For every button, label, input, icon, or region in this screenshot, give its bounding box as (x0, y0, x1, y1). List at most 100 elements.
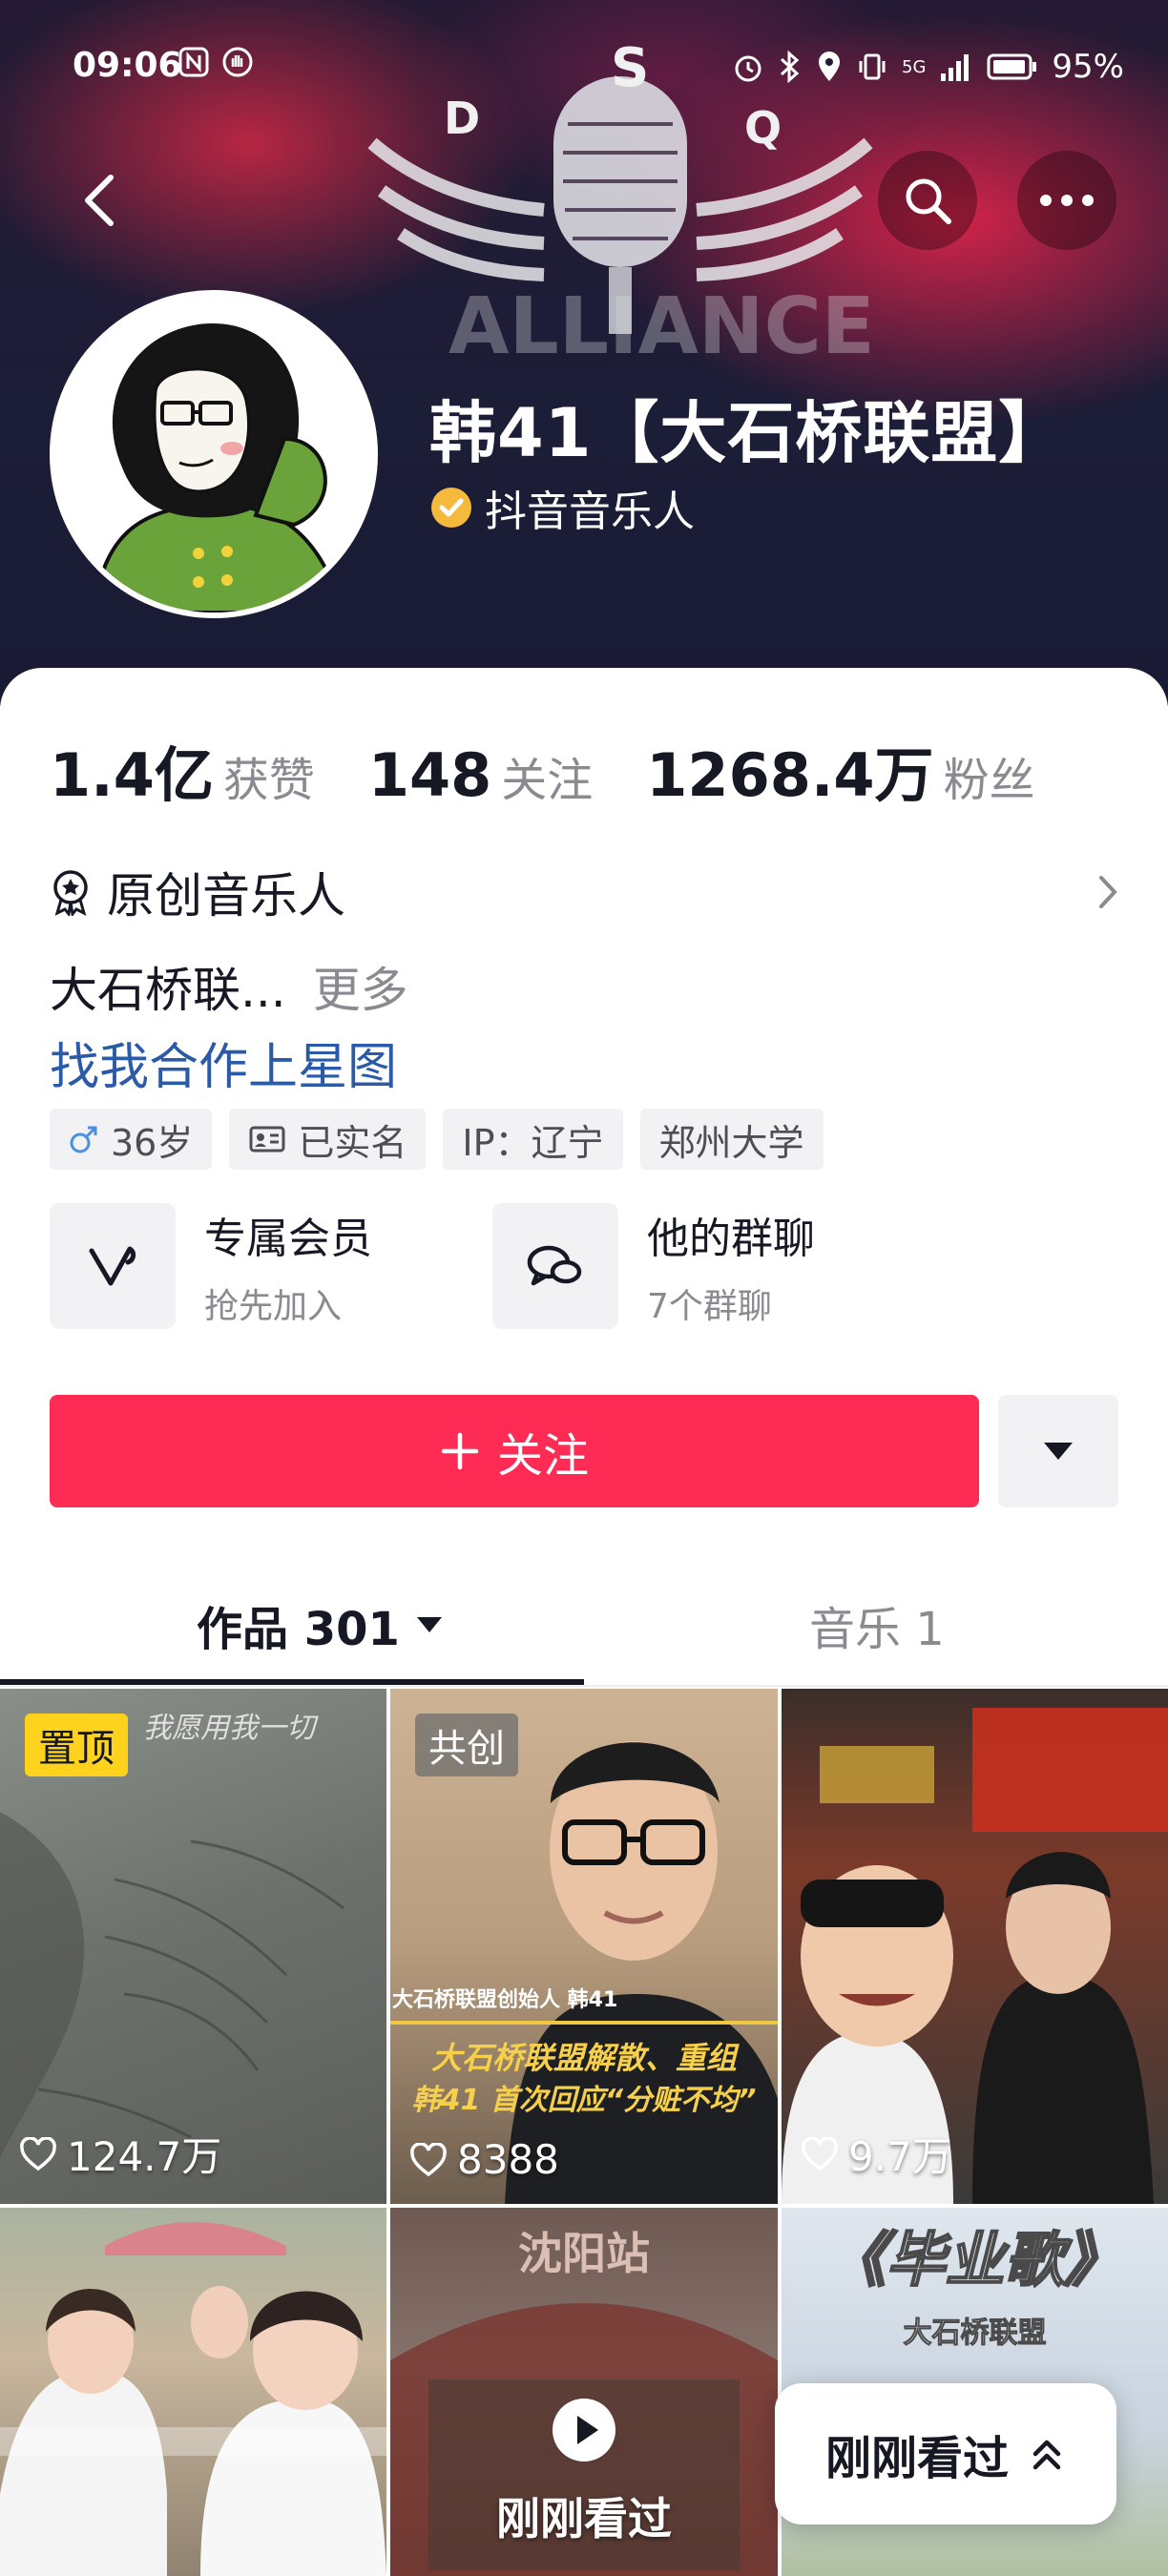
tabs-divider (0, 1685, 1168, 1687)
member-entry[interactable]: 专属会员 抢先加入 (50, 1203, 372, 1329)
play-icon (577, 2416, 598, 2444)
ip-tag: IP：辽宁 (443, 1109, 623, 1170)
member-title: 专属会员 (204, 1215, 372, 1263)
vip-v-icon (89, 1246, 136, 1286)
svg-text:Q: Q (744, 102, 782, 154)
profile-name: 韩41【大石桥联盟】 (429, 394, 1067, 472)
video-caption-top: 大石桥联盟创始人 韩41 (392, 1988, 618, 2012)
back-arrow-icon (85, 175, 114, 226)
plus-icon (441, 1432, 479, 1470)
status-left-icons (177, 46, 254, 88)
heart-icon (410, 2142, 447, 2176)
tab-works-label: 作品 301 (197, 1603, 400, 1656)
tab-works[interactable]: 作品 301 (197, 1591, 444, 1658)
video-caption-line1: 大石桥联盟解散、重组 (430, 2040, 737, 2076)
school-text: 郑州大学 (658, 1121, 804, 1164)
back-button[interactable] (50, 151, 149, 250)
caption-divider (390, 2021, 778, 2025)
tab-music[interactable]: 音乐 1 (809, 1591, 945, 1658)
video-likes-count: 124.7万 (67, 2133, 222, 2180)
recently-watched-button[interactable]: 刚刚看过 (775, 2383, 1116, 2524)
location-icon (819, 52, 841, 81)
video-title: 《毕业歌》 (825, 2224, 1123, 2296)
following-label[interactable]: 关注 (501, 742, 593, 809)
network-type: 5G (902, 56, 927, 77)
profile-tags: 36岁 已实名 IP：辽宁 郑州大学 (50, 1109, 824, 1170)
video-thumbnail[interactable]: 9.7万 (782, 1689, 1168, 2204)
verification-row[interactable]: 原创音乐人 (50, 859, 1122, 925)
member-subtitle: 抢先加入 (204, 1287, 343, 1326)
battery-percent: 95% (1052, 48, 1124, 86)
cartoon-avatar-image (55, 296, 372, 613)
video-thumbnail[interactable]: 沈阳站 刚刚看过 (390, 2208, 778, 2576)
bio[interactable]: 大石桥联... 更多 (50, 952, 408, 1021)
profile-banner: S D Q ALLIANCE 09:06 5G 95% 韩41【大石桥联盟】 抖… (0, 0, 1168, 706)
recently-watched-label: 刚刚看过 (824, 2432, 1009, 2485)
video-thumbnail[interactable] (0, 2208, 386, 2576)
more-options-button[interactable] (1017, 151, 1116, 250)
status-time: 09:06 (73, 46, 182, 85)
video-thumbnail[interactable]: 共创 大石桥联盟创始人 韩41 大石桥联盟解散、重组 韩41 首次回应“分赃不均… (390, 1689, 778, 2204)
alarm-icon (735, 55, 761, 82)
battery-icon (987, 53, 1037, 80)
realname-tag: 已实名 (229, 1109, 427, 1170)
video-thumbnail[interactable]: 我愿用我一切 置顶 124.7万 (0, 1689, 386, 2204)
group-chat-entry[interactable]: 他的群聊 7个群聊 (492, 1203, 815, 1329)
heart-icon (20, 2136, 56, 2171)
id-card-icon (249, 1126, 285, 1153)
followers-count[interactable]: 1268.4万 (646, 727, 933, 813)
more-dots-icon (1040, 195, 1094, 206)
musician-badge[interactable]: 抖音音乐人 (429, 477, 695, 538)
likes-count: 1.4亿 (50, 740, 214, 810)
search-button[interactable] (878, 151, 977, 250)
male-icon (70, 1126, 97, 1153)
nfc-icon (178, 47, 209, 77)
group-icon-box (492, 1203, 618, 1329)
video-caption-line2: 韩41 首次回应“分赃不均” (411, 2084, 757, 2117)
svg-text:ALLIANCE: ALLIANCE (448, 281, 875, 372)
realname-text: 已实名 (298, 1121, 407, 1164)
likes-label: 获赞 (222, 754, 315, 807)
follow-label: 关注 (496, 1429, 589, 1483)
video-subtitle: 大石桥联盟 (903, 2316, 1047, 2351)
collab-link[interactable]: 找我合作上星图 (50, 1027, 397, 1098)
group-subtitle: 7个群聊 (647, 1287, 772, 1326)
school-tag[interactable]: 郑州大学 (639, 1109, 824, 1170)
verified-badge-icon (431, 488, 471, 528)
video-overlay-text: 我愿用我一切 (143, 1712, 315, 1745)
chat-bubbles-icon (527, 1245, 582, 1286)
follow-button[interactable]: 关注 (50, 1395, 979, 1507)
pinned-chip: 置顶 (25, 1714, 128, 1776)
play-button[interactable] (553, 2399, 615, 2462)
recommend-dropdown-button[interactable] (998, 1395, 1118, 1507)
certified-ribbon-icon (53, 870, 88, 916)
followers-label[interactable]: 粉丝 (944, 742, 1035, 809)
member-icon-box (50, 1203, 176, 1329)
chevron-double-up-icon (1032, 2440, 1061, 2470)
caret-down-icon (416, 1617, 442, 1632)
bluetooth-icon (780, 51, 800, 83)
video-likes: 124.7万 (19, 2125, 221, 2183)
age-tag: 36岁 (50, 1109, 213, 1170)
video-likes-count: 9.7万 (848, 2133, 952, 2180)
group-in-white-robes-image (0, 2222, 386, 2576)
ip-text: IP：辽宁 (462, 1121, 604, 1164)
recently-watched-overlay: 刚刚看过 (496, 2493, 672, 2545)
age-text: 36岁 (111, 1121, 194, 1164)
vibrate-icon (859, 53, 886, 80)
search-icon (906, 178, 951, 224)
bio-more-link[interactable]: 更多 (313, 963, 408, 1018)
co-create-chip: 共创 (415, 1714, 518, 1776)
avatar[interactable] (50, 290, 378, 618)
video-likes: 9.7万 (801, 2125, 952, 2183)
heart-icon (802, 2136, 838, 2171)
signal-icon (941, 54, 970, 81)
caret-down-icon (1044, 1443, 1073, 1460)
stats-row: 1.4亿 获赞 148 关注 1268.4万 粉丝 (50, 727, 1089, 813)
video-likes: 8388 (409, 2136, 559, 2183)
verification-label: 原创音乐人 (107, 868, 345, 924)
hand-icon (222, 47, 253, 77)
following-count[interactable]: 148 (368, 740, 491, 810)
station-sign: 沈阳站 (518, 2228, 650, 2279)
badge-label: 抖音音乐人 (485, 488, 695, 536)
